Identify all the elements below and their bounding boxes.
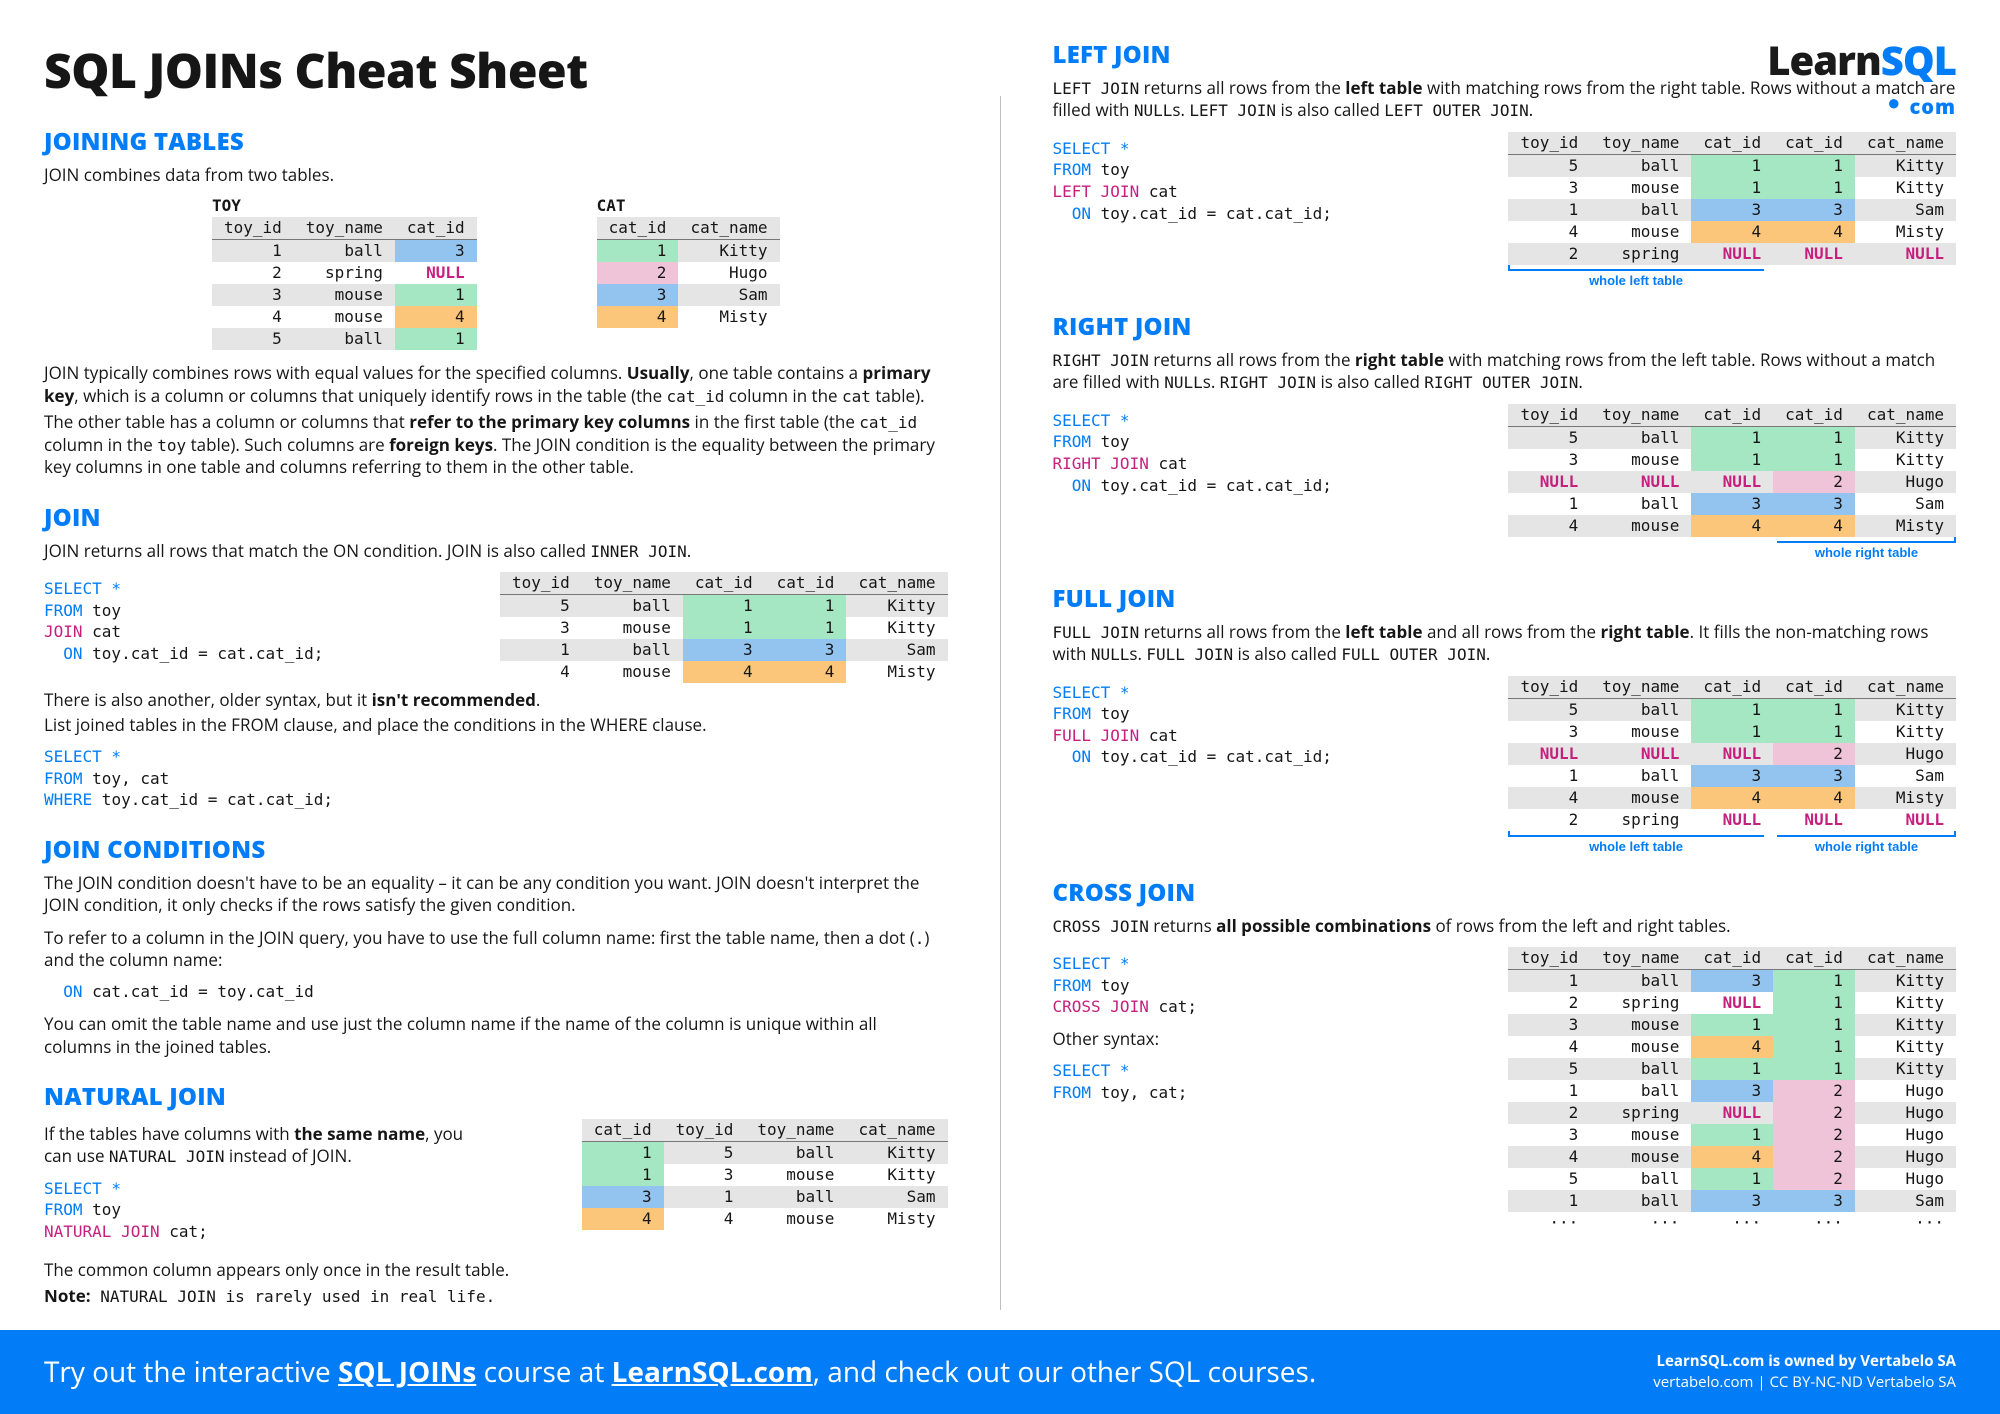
- join-desc: JOIN returns all rows that match the ON …: [44, 540, 948, 562]
- joining-intro: JOIN combines data from two tables.: [44, 164, 948, 186]
- cross-code2: SELECT * FROM toy, cat;: [1053, 1060, 1383, 1103]
- section-joining-tables: JOINING TABLES: [44, 125, 948, 158]
- natural-result: cat_idtoy_idtoy_namecat_name15ballKitty1…: [582, 1119, 948, 1230]
- right-result: toy_idtoy_namecat_idcat_idcat_name5ball1…: [1508, 404, 1956, 537]
- cross-other: Other syntax:: [1053, 1028, 1383, 1050]
- right-column: LEFT JOIN LEFT JOIN returns all rows fro…: [1053, 38, 1957, 1310]
- footer-right: LearnSQL.com is owned by Vertabelo SA ve…: [1653, 1351, 1956, 1393]
- right-code: SELECT * FROM toy RIGHT JOIN cat ON toy.…: [1053, 410, 1383, 496]
- jc-p3: You can omit the table name and use just…: [44, 1013, 948, 1058]
- left-desc: LEFT JOIN returns all rows from the left…: [1053, 77, 1957, 122]
- cat-table: cat_idcat_name1Kitty2Hugo3Sam4Misty: [597, 217, 780, 328]
- jc-code: ON cat.cat_id = toy.cat_id: [44, 981, 948, 1003]
- natural-code: SELECT * FROM toy NATURAL JOIN cat;: [44, 1178, 481, 1243]
- toy-table: toy_idtoy_namecat_id1ball32springNULL3mo…: [212, 217, 477, 350]
- footer-link-site[interactable]: LearnSQL.com: [612, 1353, 813, 1391]
- left-column: SQL JOINs Cheat Sheet JOINING TABLES JOI…: [44, 38, 948, 1310]
- cross-desc: CROSS JOIN returns all possible combinat…: [1053, 915, 1957, 937]
- right-desc: RIGHT JOIN returns all rows from the rig…: [1053, 349, 1957, 394]
- jc-p2: To refer to a column in the JOIN query, …: [44, 927, 948, 972]
- nat-p2: The common column appears only once in t…: [44, 1259, 948, 1281]
- footer-banner: Try out the interactive SQL JOINs course…: [0, 1330, 2000, 1414]
- join-code2: SELECT * FROM toy, cat WHERE toy.cat_id …: [44, 746, 948, 811]
- full-result: toy_idtoy_namecat_idcat_idcat_name5ball1…: [1508, 676, 1956, 831]
- cross-code: SELECT * FROM toy CROSS JOIN cat;: [1053, 953, 1383, 1018]
- cross-result: toy_idtoy_namecat_idcat_idcat_name1ball3…: [1508, 947, 1956, 1234]
- join-code: SELECT * FROM toy JOIN cat ON toy.cat_id…: [44, 578, 374, 664]
- full-annot-right: whole right table: [1777, 837, 1956, 854]
- join-after1: There is also another, older syntax, but…: [44, 689, 948, 711]
- section-cross-join: CROSS JOIN: [1053, 876, 1957, 909]
- nat-p1: If the tables have columns with the same…: [44, 1123, 481, 1168]
- section-join: JOIN: [44, 501, 948, 534]
- joining-para2: The other table has a column or columns …: [44, 411, 948, 478]
- full-desc: FULL JOIN returns all rows from the left…: [1053, 621, 1957, 666]
- join-result: toy_idtoy_namecat_idcat_idcat_name5ball1…: [500, 572, 948, 683]
- left-code: SELECT * FROM toy LEFT JOIN cat ON toy.c…: [1053, 138, 1383, 224]
- section-join-conditions: JOIN CONDITIONS: [44, 833, 948, 866]
- section-natural-join: NATURAL JOIN: [44, 1080, 948, 1113]
- footer-link-course[interactable]: SQL JOINs: [338, 1353, 476, 1391]
- page-title: SQL JOINs Cheat Sheet: [44, 38, 948, 103]
- nat-p3: Note: NATURAL JOIN is rarely used in rea…: [44, 1285, 948, 1307]
- right-annot: whole right table: [1777, 543, 1956, 560]
- footer-left: Try out the interactive SQL JOINs course…: [44, 1353, 1316, 1391]
- left-annot: whole left table: [1508, 271, 1763, 288]
- section-right-join: RIGHT JOIN: [1053, 310, 1957, 343]
- jc-p1: The JOIN condition doesn't have to be an…: [44, 872, 948, 917]
- left-result: toy_idtoy_namecat_idcat_idcat_name5ball1…: [1508, 132, 1956, 265]
- section-full-join: FULL JOIN: [1053, 582, 1957, 615]
- section-left-join: LEFT JOIN: [1053, 38, 1957, 71]
- full-annot-left: whole left table: [1508, 837, 1763, 854]
- full-code: SELECT * FROM toy FULL JOIN cat ON toy.c…: [1053, 682, 1383, 768]
- cat-table-title: CAT: [597, 196, 780, 215]
- join-after2: List joined tables in the FROM clause, a…: [44, 714, 948, 736]
- toy-table-title: TOY: [212, 196, 477, 215]
- joining-para1: JOIN typically combines rows with equal …: [44, 362, 948, 407]
